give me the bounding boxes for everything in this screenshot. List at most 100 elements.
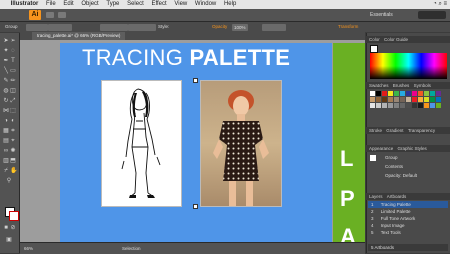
symbol-sprayer-tool-icon[interactable]: ✺ [10, 148, 16, 154]
color-spectrum[interactable] [370, 53, 447, 79]
fill-stroke-preview[interactable] [370, 45, 378, 53]
tab-stroke[interactable]: Stroke [369, 128, 382, 133]
scale-tool-icon[interactable]: ⤢ [10, 98, 16, 104]
tab-transparency[interactable]: Transparency [408, 128, 435, 133]
mesh-tool-icon[interactable]: ⌗ [10, 128, 16, 134]
stroke-control[interactable] [48, 23, 72, 31]
swatches-panel-tabs[interactable]: Swatches Brushes Symbols [366, 82, 450, 89]
document-tab[interactable]: tracing_palette.ai* @ 66% (RGB/Preview) [32, 32, 126, 40]
menu-object[interactable]: Object [78, 0, 101, 9]
width-tool-icon[interactable]: ⋈ [3, 108, 9, 114]
tab-appearance[interactable]: Appearance [369, 146, 393, 151]
rectangle-tool-icon[interactable]: ▭ [10, 68, 16, 74]
hand-tool-icon[interactable]: ✋ [10, 168, 17, 174]
swatch[interactable] [430, 97, 435, 102]
opacity-label[interactable]: Opacity [212, 22, 227, 32]
artboard-row[interactable]: 5 Text Tools [368, 229, 448, 236]
magic-wand-tool-icon[interactable]: ✦ [3, 48, 9, 54]
stroke-swatch[interactable] [9, 211, 19, 221]
blend-tool-icon[interactable]: ∞ [3, 148, 9, 154]
swatch[interactable] [370, 97, 375, 102]
screen-mode-icon[interactable]: ▣ [6, 237, 12, 243]
swatch[interactable] [400, 97, 405, 102]
swatch[interactable] [388, 91, 393, 96]
menu-select[interactable]: Select [124, 0, 147, 9]
selection-tool-icon[interactable]: ➤ [3, 38, 9, 44]
model-photo[interactable] [200, 80, 282, 207]
search-field[interactable] [418, 11, 446, 19]
direct-selection-tool-icon[interactable]: ➢ [10, 38, 16, 44]
appearance-opacity[interactable]: Opacity: Default [385, 172, 445, 179]
swatch[interactable] [436, 103, 441, 108]
swatch[interactable] [370, 103, 375, 108]
color-panel-tabs[interactable]: Color Color Guide [366, 36, 450, 43]
swatch[interactable] [376, 91, 381, 96]
menu-edit[interactable]: Edit [60, 0, 76, 9]
swatch[interactable] [412, 91, 417, 96]
swatch[interactable] [382, 97, 387, 102]
line-tool-icon[interactable]: ╲ [3, 68, 9, 74]
swatch[interactable] [394, 97, 399, 102]
swatch[interactable] [370, 91, 375, 96]
tab-graphic-styles[interactable]: Graphic Styles [398, 146, 427, 151]
workspace-switcher[interactable]: Essentials [370, 11, 414, 19]
zoom-level[interactable]: 66% [24, 243, 33, 254]
swatch[interactable] [436, 91, 441, 96]
appearance-panel-tabs[interactable]: Appearance Graphic Styles [366, 145, 450, 152]
style-dropdown[interactable] [262, 23, 286, 31]
menu-view[interactable]: View [171, 0, 190, 9]
tab-symbols[interactable]: Symbols [414, 83, 431, 88]
swatch[interactable] [430, 103, 435, 108]
lasso-tool-icon[interactable]: ◌ [10, 48, 16, 54]
perspective-grid-tool-icon[interactable]: ▦ [3, 128, 9, 134]
selection-handle[interactable] [193, 204, 198, 209]
tab-swatches[interactable]: Swatches [369, 83, 389, 88]
artboard-tool-icon[interactable]: ⬒ [10, 158, 16, 164]
tab-layers[interactable]: Layers [369, 194, 383, 199]
swatch[interactable] [376, 103, 381, 108]
swatch[interactable] [406, 91, 411, 96]
menu-file[interactable]: File [43, 0, 59, 9]
layers-panel-tabs[interactable]: Layers Artboards [366, 193, 450, 200]
artboard-row[interactable]: 4 Input Image [368, 222, 448, 229]
bridge-icon[interactable] [46, 12, 54, 18]
opacity-input[interactable]: 100% [232, 23, 248, 31]
type-tool-icon[interactable]: T [10, 58, 16, 64]
shape-builder-tool-icon[interactable]: ◑ [3, 118, 9, 124]
graph-tool-icon[interactable]: ▥ [3, 158, 9, 164]
swatch[interactable] [406, 103, 411, 108]
swatch[interactable] [412, 103, 417, 108]
swatch[interactable] [376, 97, 381, 102]
fill-control[interactable] [26, 23, 48, 31]
brush-dropdown[interactable] [100, 23, 128, 31]
menu-help[interactable]: Help [221, 0, 239, 9]
menu-app-name[interactable]: Illustrator [8, 0, 42, 9]
swatch[interactable] [412, 97, 417, 102]
swatch[interactable] [436, 97, 441, 102]
color-mode-icon[interactable]: ■ [3, 225, 9, 231]
blob-brush-tool-icon[interactable]: ◍ [3, 88, 9, 94]
stroke-panel-tabs[interactable]: Stroke Gradient Transparency [366, 127, 450, 134]
selection-handle[interactable] [193, 78, 198, 83]
swatch[interactable] [424, 91, 429, 96]
swatch[interactable] [388, 97, 393, 102]
variable-width-dropdown[interactable] [128, 23, 156, 31]
swatch[interactable] [388, 103, 393, 108]
free-transform-tool-icon[interactable]: ⬚ [10, 108, 16, 114]
swatch[interactable] [424, 103, 429, 108]
appearance-contents[interactable]: Contents [385, 163, 445, 170]
swatch[interactable] [394, 103, 399, 108]
tab-gradient[interactable]: Gradient [386, 128, 403, 133]
sketch-image[interactable] [101, 80, 182, 207]
transform-label[interactable]: Transform [338, 22, 358, 32]
tab-brushes[interactable]: Brushes [393, 83, 410, 88]
pen-tool-icon[interactable]: ✒ [3, 58, 9, 64]
live-paint-tool-icon[interactable]: ◐ [10, 118, 16, 124]
menu-effect[interactable]: Effect [148, 0, 169, 9]
swatch[interactable] [418, 103, 423, 108]
zoom-tool-icon[interactable]: ⚲ [6, 178, 12, 184]
swatch[interactable] [394, 91, 399, 96]
artboard-row[interactable]: 2 Limited Palette [368, 208, 448, 215]
rotate-tool-icon[interactable]: ↻ [3, 98, 9, 104]
swatch[interactable] [418, 91, 423, 96]
